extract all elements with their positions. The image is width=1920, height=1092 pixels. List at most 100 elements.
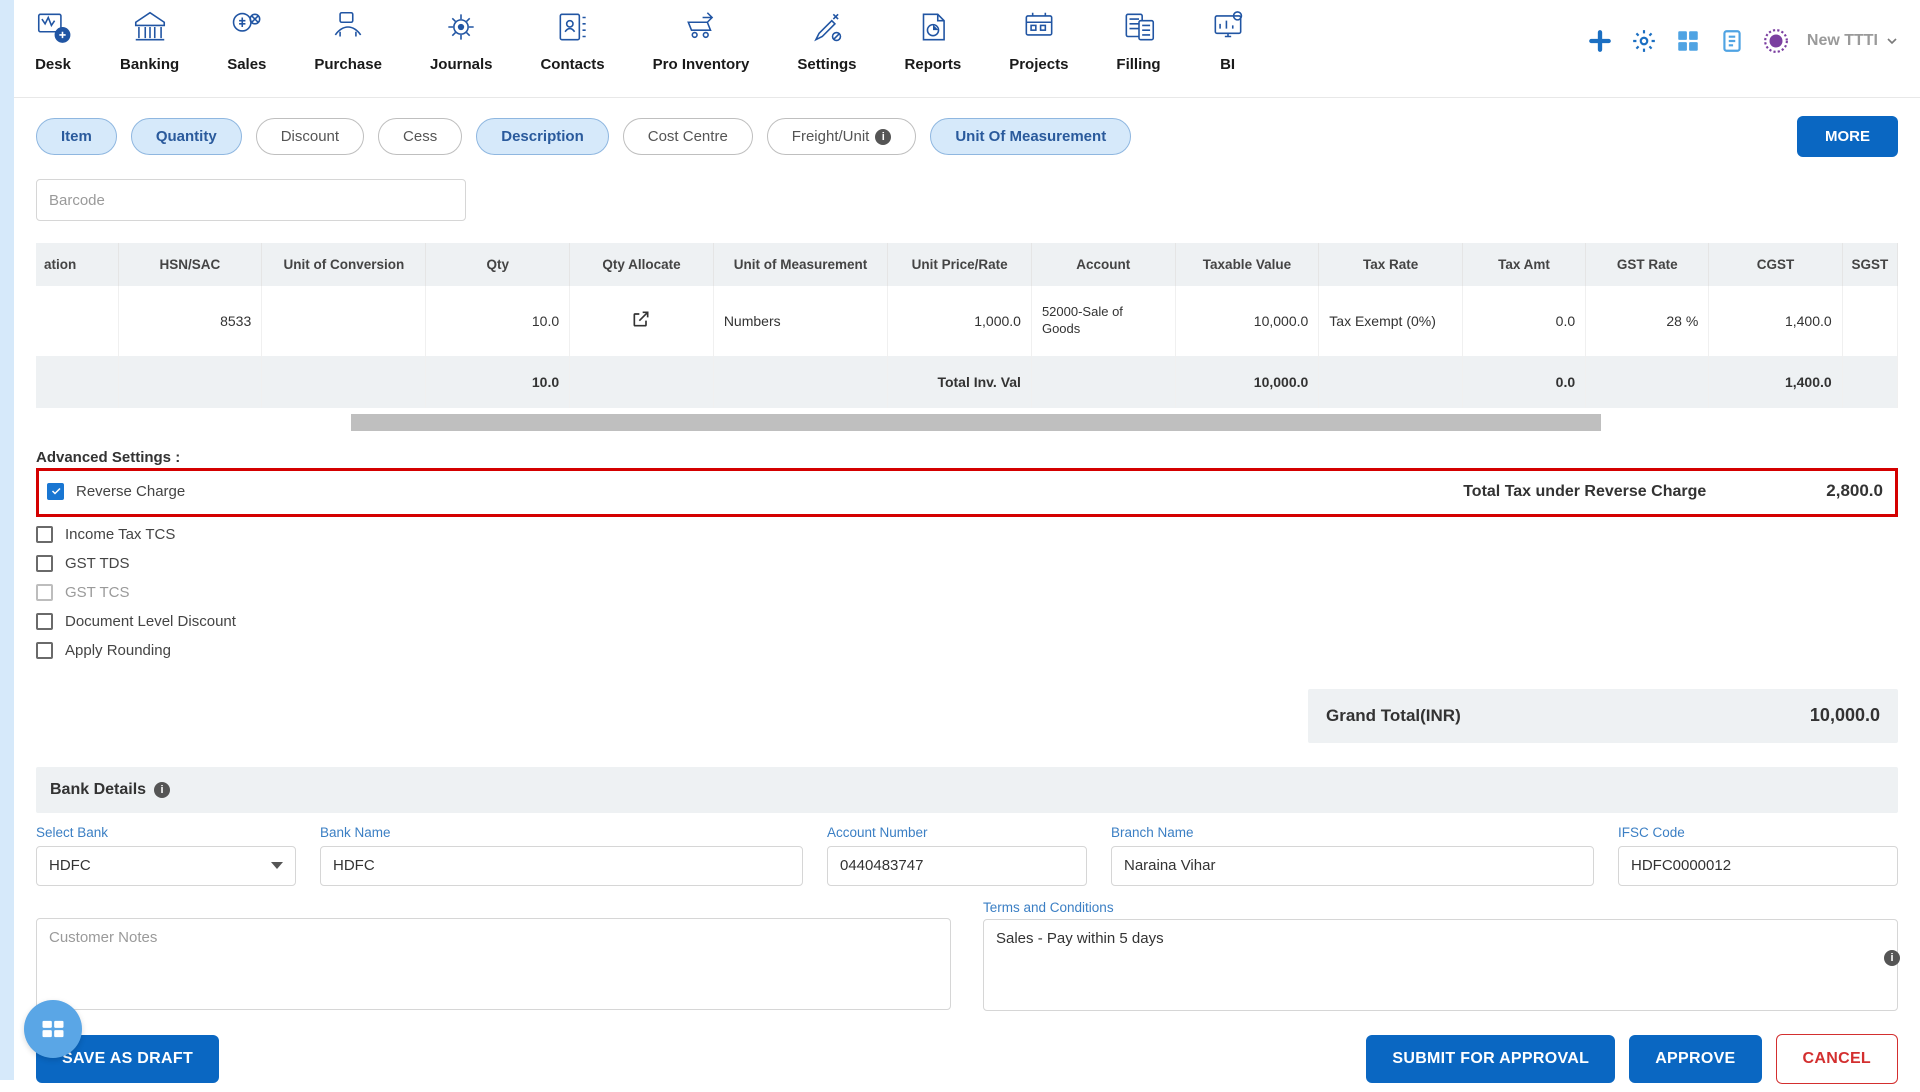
nav-banking[interactable]: Banking [120, 8, 179, 73]
cancel-button[interactable]: CANCEL [1776, 1034, 1898, 1084]
col-sgst: SGST [1842, 243, 1897, 286]
bank-icon [131, 8, 169, 46]
nav-projects[interactable]: Projects [1009, 8, 1068, 73]
chevron-down-icon [1884, 33, 1900, 49]
gst-tcs-checkbox[interactable] [36, 584, 53, 601]
pill-discount[interactable]: Discount [256, 118, 364, 155]
col-qtyalloc: Qty Allocate [570, 243, 714, 286]
nav-proinventory[interactable]: Pro Inventory [653, 8, 750, 73]
gst-tds-checkbox[interactable] [36, 555, 53, 572]
col-taxable: Taxable Value [1175, 243, 1319, 286]
select-bank-dropdown[interactable]: HDFC [36, 846, 296, 886]
pill-cess[interactable]: Cess [378, 118, 462, 155]
line-item-grid: ation HSN/SAC Unit of Conversion Qty Qty… [36, 243, 1898, 408]
pill-freight[interactable]: Freight/Unit i [767, 118, 917, 155]
horizontal-scrollbar[interactable] [36, 414, 1898, 431]
nav-label: Desk [35, 56, 71, 73]
col-uom: Unit of Measurement [713, 243, 887, 286]
rc-total-value: 2,800.0 [1826, 481, 1883, 501]
chat-fab[interactable] [24, 1000, 82, 1058]
pill-item[interactable]: Item [36, 118, 117, 155]
cell-sgst [1842, 286, 1897, 356]
plus-icon[interactable] [1587, 28, 1613, 54]
ifsc-input[interactable] [1618, 846, 1898, 886]
clipboard-icon[interactable] [1719, 28, 1745, 54]
barcode-input[interactable] [36, 179, 466, 221]
terms-textarea[interactable] [983, 919, 1898, 1011]
action-bar: SAVE AS DRAFT SUBMIT FOR APPROVAL APPROV… [36, 1034, 1898, 1092]
terms-label: Terms and Conditions [983, 900, 1898, 915]
company-switcher[interactable]: New TTTI [1807, 32, 1900, 50]
new-badge-icon[interactable] [1763, 28, 1789, 54]
nav-label: Contacts [540, 56, 604, 73]
pill-uom[interactable]: Unit Of Measurement [930, 118, 1131, 155]
info-icon[interactable]: i [1884, 950, 1900, 966]
nav-filling[interactable]: Filling [1116, 8, 1160, 73]
scrollbar-thumb[interactable] [351, 414, 1601, 431]
nav-bi[interactable]: BI [1209, 8, 1247, 73]
calculator-icon[interactable] [1675, 28, 1701, 54]
submit-for-approval-button[interactable]: SUBMIT FOR APPROVAL [1366, 1035, 1615, 1083]
sales-icon [228, 8, 266, 46]
approve-button[interactable]: APPROVE [1629, 1035, 1761, 1083]
rounding-label: Apply Rounding [65, 642, 171, 659]
col-qty: Qty [426, 243, 570, 286]
customer-notes-textarea[interactable] [36, 918, 951, 1010]
col-cgst: CGST [1709, 243, 1842, 286]
col-uoc: Unit of Conversion [262, 243, 426, 286]
customer-notes-wrap [36, 918, 951, 1014]
table-row[interactable]: 8533 10.0 Numbers 1,000.0 52000-Sale of … [36, 286, 1898, 356]
total-qty: 10.0 [426, 356, 570, 408]
pill-cost-centre[interactable]: Cost Centre [623, 118, 753, 155]
rc-total-label: Total Tax under Reverse Charge [1463, 483, 1706, 501]
branch-name-input[interactable] [1111, 846, 1594, 886]
chevron-down-icon [271, 862, 283, 869]
reverse-charge-row: Reverse Charge [47, 477, 185, 506]
chat-icon [39, 1015, 67, 1043]
notes-row: Terms and Conditions i [36, 900, 1898, 1014]
info-icon[interactable]: i [154, 782, 170, 798]
nav-purchase[interactable]: Purchase [314, 8, 382, 73]
income-tcs-checkbox[interactable] [36, 526, 53, 543]
nav-label: Journals [430, 56, 493, 73]
projects-icon [1020, 8, 1058, 46]
grid-wrap: ation HSN/SAC Unit of Conversion Qty Qty… [36, 243, 1898, 408]
pill-description[interactable]: Description [476, 118, 609, 155]
total-taxamt: 0.0 [1462, 356, 1585, 408]
cell-uoc [262, 286, 426, 356]
ifsc-field: IFSC Code [1618, 825, 1898, 886]
account-number-input[interactable] [827, 846, 1087, 886]
nav-reports[interactable]: Reports [905, 8, 962, 73]
gear-icon[interactable] [1631, 28, 1657, 54]
col-taxrate: Tax Rate [1319, 243, 1463, 286]
cell-rate: 1,000.0 [888, 286, 1032, 356]
left-accent-strip [0, 0, 14, 1080]
gst-tds-row: GST TDS [36, 549, 1898, 578]
account-number-label: Account Number [827, 825, 1087, 840]
contacts-icon [554, 8, 592, 46]
doc-discount-checkbox[interactable] [36, 613, 53, 630]
nav-contacts[interactable]: Contacts [540, 8, 604, 73]
nav-settings[interactable]: Settings [797, 8, 856, 73]
nav-sales[interactable]: Sales [227, 8, 266, 73]
branch-name-label: Branch Name [1111, 825, 1594, 840]
more-button[interactable]: MORE [1797, 116, 1898, 157]
rounding-checkbox[interactable] [36, 642, 53, 659]
cell-qty: 10.0 [426, 286, 570, 356]
bank-name-input[interactable] [320, 846, 803, 886]
select-bank-field: Select Bank HDFC [36, 825, 296, 886]
cell-taxamt: 0.0 [1462, 286, 1585, 356]
grand-total-value: 10,000.0 [1810, 705, 1880, 726]
totals-row: 10.0 Total Inv. Val 10,000.0 0.0 1,400.0 [36, 356, 1898, 408]
pill-quantity[interactable]: Quantity [131, 118, 242, 155]
nav-label: Sales [227, 56, 266, 73]
nav-journals[interactable]: Journals [430, 8, 493, 73]
nav-desk[interactable]: Desk [34, 8, 72, 73]
filling-icon [1120, 8, 1158, 46]
gst-tds-label: GST TDS [65, 555, 129, 572]
nav-label: BI [1220, 56, 1235, 73]
reverse-charge-checkbox[interactable] [47, 483, 64, 500]
settings-icon [808, 8, 846, 46]
gst-tcs-row: GST TCS [36, 578, 1898, 607]
cell-qtyalloc[interactable] [570, 286, 714, 356]
